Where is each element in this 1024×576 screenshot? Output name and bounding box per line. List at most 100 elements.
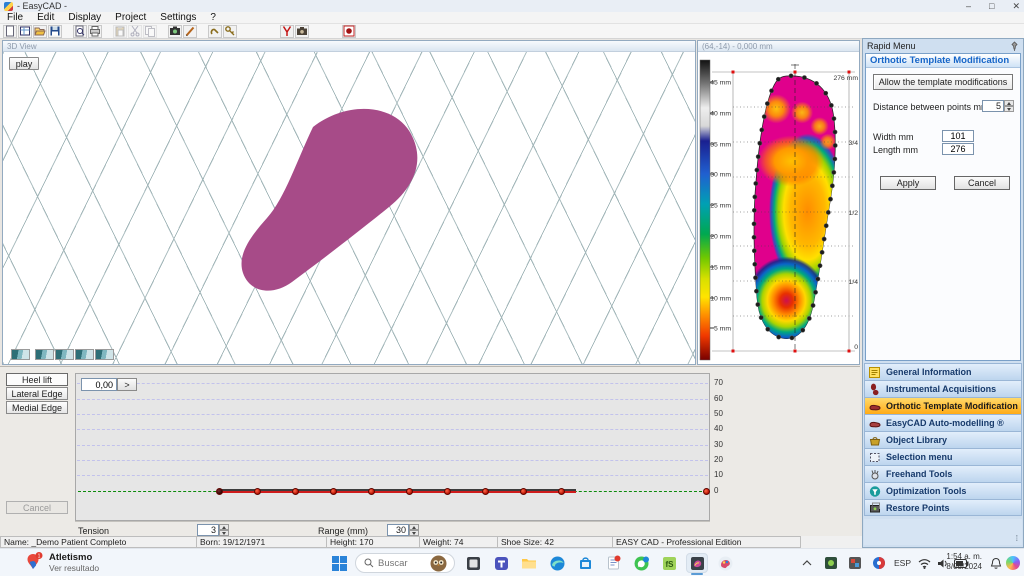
curve-point[interactable]: [444, 488, 451, 495]
calipers-icon[interactable]: [280, 25, 294, 38]
range-value[interactable]: 30: [387, 524, 409, 536]
view-thumbnail[interactable]: [11, 349, 30, 360]
table-icon[interactable]: [18, 25, 32, 38]
distance-stepper[interactable]: 5: [982, 100, 1014, 112]
apply-button[interactable]: Apply: [880, 176, 936, 190]
3d-view-canvas[interactable]: play: [3, 52, 695, 364]
menu-help[interactable]: ?: [203, 12, 223, 24]
menu-settings[interactable]: Settings: [153, 12, 203, 24]
curve-point[interactable]: [292, 488, 299, 495]
menu-file[interactable]: File: [0, 12, 30, 24]
distance-down[interactable]: [1004, 106, 1014, 112]
accordion-object-library[interactable]: Object Library: [864, 431, 1022, 448]
curve-point[interactable]: [558, 488, 565, 495]
snapshot-icon[interactable]: [168, 25, 182, 38]
store-icon[interactable]: [574, 553, 596, 573]
paint-app-icon[interactable]: [714, 553, 736, 573]
accordion-general-information[interactable]: General Information: [864, 363, 1022, 380]
paste-icon[interactable]: [113, 25, 127, 38]
tension-stepper[interactable]: 3: [197, 524, 229, 536]
tray-app2-icon[interactable]: [848, 556, 862, 570]
pin-icon[interactable]: [1010, 41, 1019, 51]
open-icon[interactable]: [33, 25, 47, 38]
width-field[interactable]: [942, 130, 974, 142]
curve-point[interactable]: [520, 488, 527, 495]
key-icon[interactable]: [223, 25, 237, 38]
maximize-button[interactable]: □: [989, 2, 994, 11]
range-stepper[interactable]: 30: [387, 524, 419, 536]
curve-point[interactable]: [482, 488, 489, 495]
close-button[interactable]: ✕: [1012, 2, 1020, 11]
menu-project[interactable]: Project: [108, 12, 153, 24]
search-box[interactable]: [355, 553, 455, 573]
tray-app1-icon[interactable]: [824, 556, 838, 570]
curve-point[interactable]: [368, 488, 375, 495]
view-thumbnail[interactable]: [75, 349, 94, 360]
menu-edit[interactable]: Edit: [30, 12, 61, 24]
curve-point[interactable]: [254, 488, 261, 495]
document-app-icon[interactable]: [602, 553, 624, 573]
notification-bell-icon[interactable]: [990, 557, 1002, 570]
accordion-optimization-tools[interactable]: Optimization Tools: [864, 482, 1022, 499]
view-thumbnail[interactable]: [95, 349, 114, 360]
grip-icon[interactable]: ⁞: [1016, 534, 1019, 543]
editor-cancel-button[interactable]: Cancel: [6, 501, 68, 514]
medial-edge-button[interactable]: Medial Edge: [6, 401, 68, 414]
accordion-easycad-auto-modelling[interactable]: EasyCAD Auto-modelling ®: [864, 414, 1022, 431]
camera-icon[interactable]: [295, 25, 309, 38]
copy-icon[interactable]: [143, 25, 157, 38]
profile-graph[interactable]: >: [75, 373, 710, 521]
foot-heatmap[interactable]: [746, 74, 846, 345]
pressure-map[interactable]: 45 mm 40 mm 35 mm 30 mm 25 mm 20 mm 15 m…: [698, 52, 859, 364]
accordion-restore-points[interactable]: Restore Points: [864, 499, 1022, 516]
curve-point[interactable]: [703, 488, 710, 495]
curve-point[interactable]: [330, 488, 337, 495]
accordion-orthotic-template-modification[interactable]: Orthotic Template Modification: [864, 397, 1022, 414]
new-icon[interactable]: [3, 25, 17, 38]
search-input[interactable]: [378, 558, 430, 569]
lift-value-field[interactable]: [81, 378, 117, 391]
curve-point[interactable]: [216, 488, 223, 495]
fs-app-icon[interactable]: fS: [658, 553, 680, 573]
play-button[interactable]: play: [9, 57, 39, 70]
easycad-app-icon[interactable]: [686, 553, 708, 573]
cancel-button[interactable]: Cancel: [954, 176, 1010, 190]
print-icon[interactable]: [88, 25, 102, 38]
curve-point[interactable]: [406, 488, 413, 495]
accordion-selection-menu[interactable]: Selection menu: [864, 448, 1022, 465]
menu-display[interactable]: Display: [61, 12, 108, 24]
accordion-instrumental-acquisitions[interactable]: Instrumental Acquisitions: [864, 380, 1022, 397]
view-thumbnail[interactable]: [55, 349, 74, 360]
pen-icon[interactable]: [183, 25, 197, 38]
minimize-button[interactable]: –: [966, 2, 971, 11]
accordion-freehand-tools[interactable]: Freehand Tools: [864, 465, 1022, 482]
record-icon[interactable]: [342, 25, 356, 38]
file-explorer-icon[interactable]: [518, 553, 540, 573]
copilot-icon[interactable]: [1006, 556, 1020, 570]
allow-template-button[interactable]: Allow the template modifications: [873, 74, 1013, 90]
tray-sphere-icon[interactable]: [872, 556, 886, 570]
heel-lift-button[interactable]: Heel lift: [6, 373, 68, 386]
language-indicator[interactable]: ESP: [894, 558, 911, 568]
teams-icon[interactable]: [490, 553, 512, 573]
lateral-edge-button[interactable]: Lateral Edge: [6, 387, 68, 400]
tension-value[interactable]: 3: [197, 524, 219, 536]
task-view-icon[interactable]: [462, 553, 484, 573]
whatsapp-icon[interactable]: [630, 553, 652, 573]
preview-icon[interactable]: [73, 25, 87, 38]
save-icon[interactable]: [48, 25, 62, 38]
edge-icon[interactable]: [546, 553, 568, 573]
start-button[interactable]: [328, 553, 350, 573]
length-field[interactable]: [942, 143, 974, 155]
tray-chevron-icon[interactable]: [802, 560, 812, 566]
insole-3d-shape[interactable]: [3, 52, 695, 364]
weather-widget[interactable]: 1 Atletismo Ver resultado: [26, 551, 99, 573]
cut-icon[interactable]: [128, 25, 142, 38]
distance-value[interactable]: 5: [982, 100, 1004, 112]
clock[interactable]: 1:54 a. m. 8/08/2024: [946, 552, 982, 572]
wifi-icon[interactable]: [918, 558, 931, 569]
apply-value-button[interactable]: >: [117, 378, 137, 391]
probe-icon[interactable]: [208, 25, 222, 38]
status-name: Name: _Demo Patient Completo: [0, 536, 197, 548]
view-thumbnail[interactable]: [35, 349, 54, 360]
